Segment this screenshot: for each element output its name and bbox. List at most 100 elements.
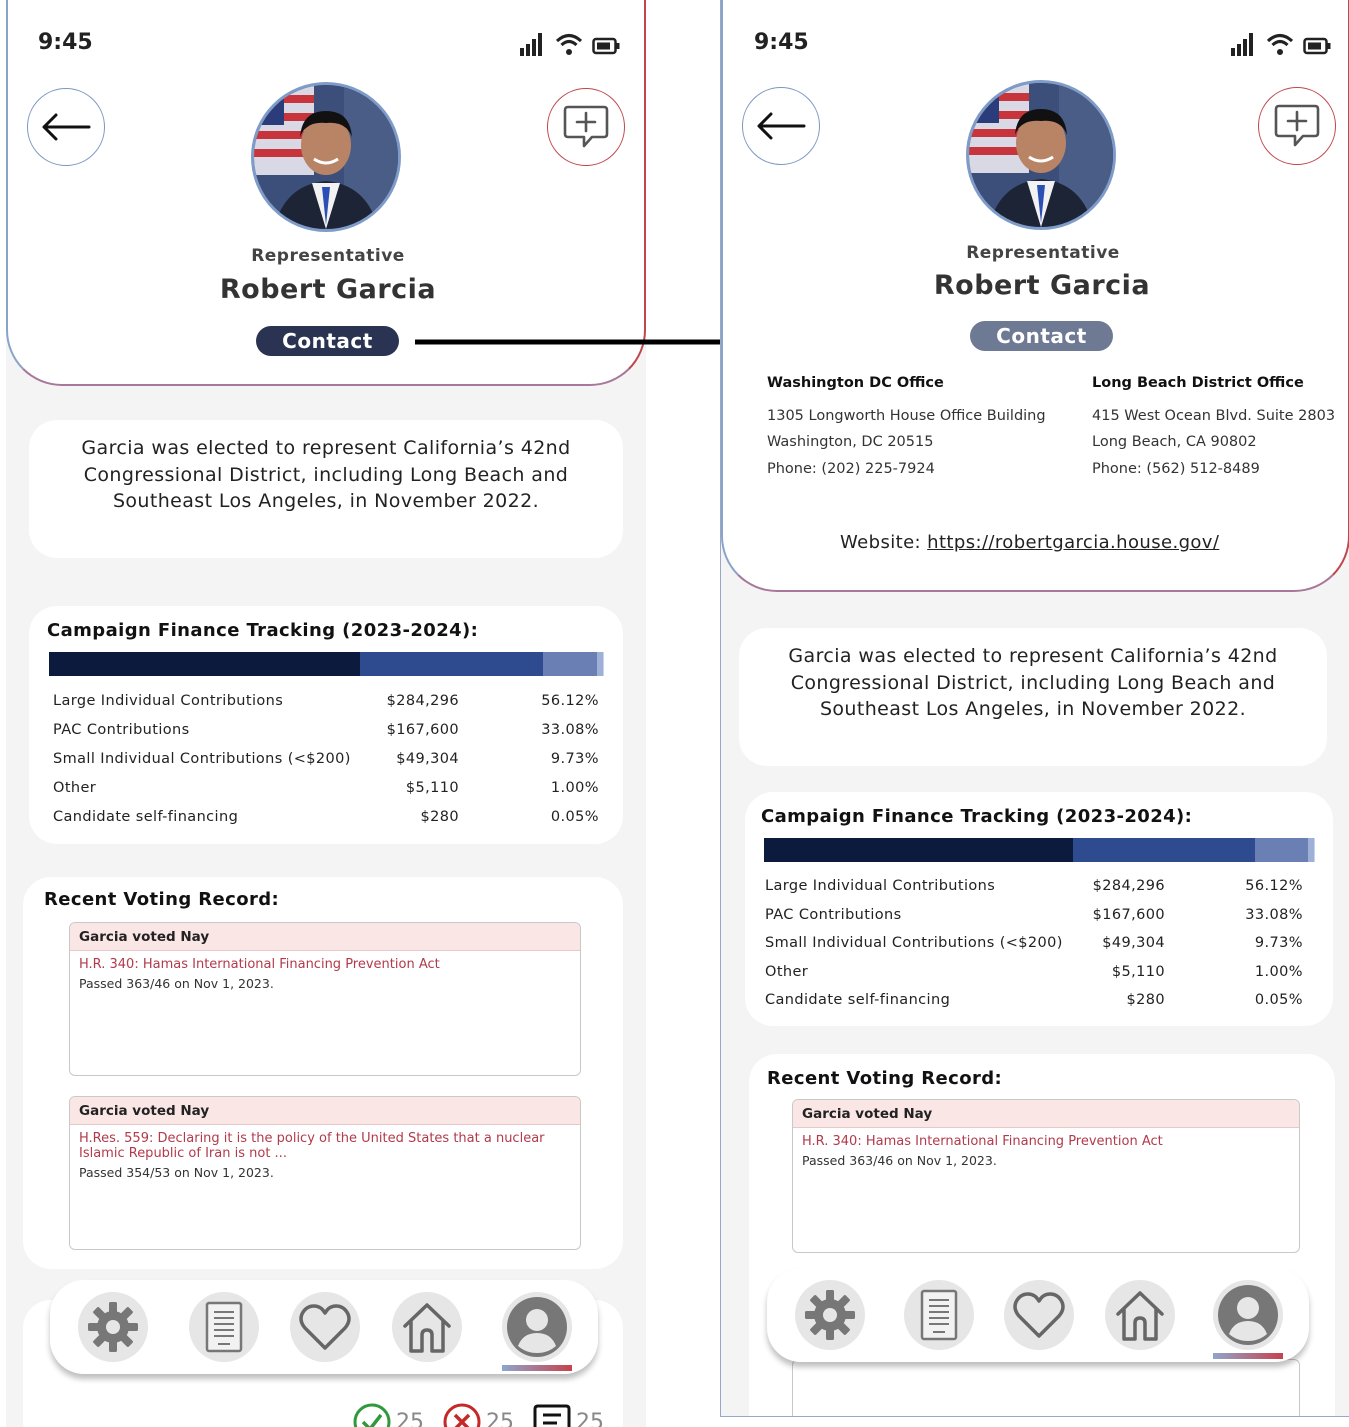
avatar	[251, 82, 401, 232]
finance-card: Campaign Finance Tracking (2023-2024): L…	[745, 792, 1333, 1026]
dc-office-phone[interactable]: Phone: (202) 225-7924	[767, 456, 1046, 483]
yes-count: 25	[396, 1409, 424, 1427]
district-office-title: Long Beach District Office	[1092, 375, 1304, 391]
vote-header: Garcia voted Nay	[70, 923, 580, 951]
vote-result: Passed 363/46 on Nov 1, 2023.	[79, 976, 274, 991]
nav-bills[interactable]	[904, 1280, 974, 1350]
vote-bill-link[interactable]: H.Res. 559: Declaring it is the policy o…	[70, 1125, 580, 1161]
dc-office: Washington DC Office 1305 Longworth Hous…	[767, 370, 1046, 482]
add-comment-button[interactable]	[1258, 87, 1336, 165]
bio-text: Garcia was elected to represent Californ…	[81, 437, 571, 512]
vote-item[interactable]: Garcia voted Nay H.R. 340: Hamas Interna…	[69, 922, 581, 1076]
representative-title: Representative	[966, 243, 1120, 263]
representative-title: Representative	[251, 246, 405, 266]
arrow-left-icon	[757, 112, 806, 140]
finance-stacked-bar	[49, 652, 603, 676]
bio-card: Garcia was elected to represent Californ…	[739, 628, 1327, 766]
finance-row-label: Other	[53, 780, 97, 796]
battery-icon	[1303, 37, 1331, 55]
district-office-address-line2: Long Beach, CA 90802	[1092, 434, 1257, 450]
status-icons	[1231, 32, 1331, 56]
finance-stacked-bar	[764, 838, 1314, 862]
contact-button[interactable]: Contact	[256, 326, 399, 356]
nav-home[interactable]	[1105, 1280, 1175, 1350]
phone-screen-profile: 9:45 Representative Robert Garcia Contac…	[6, 0, 646, 1427]
finance-row-label: PAC Contributions	[765, 906, 902, 923]
website-row: Website: https://robertgarcia.house.gov/	[840, 532, 1219, 553]
add-comment-button[interactable]	[547, 88, 625, 166]
settings-icon	[88, 1302, 138, 1352]
vote-header: Garcia voted Nay	[70, 1097, 580, 1125]
vote-item[interactable]: Garcia voted Nay H.Res. 559: Declaring i…	[69, 1096, 581, 1250]
profile-icon	[507, 1297, 567, 1357]
document-icon	[920, 1289, 958, 1341]
finance-row-label: Small Individual Contributions (<$200)	[53, 751, 351, 767]
dc-office-address-line2: Washington, DC 20515	[767, 434, 934, 450]
nav-profile[interactable]	[502, 1292, 572, 1362]
nav-favorites[interactable]	[290, 1292, 360, 1362]
voting-title: Recent Voting Record:	[44, 889, 280, 910]
nav-favorites[interactable]	[1004, 1280, 1074, 1350]
vote-result: Passed 354/53 on Nov 1, 2023.	[79, 1165, 274, 1180]
finance-row-amount: $280	[1126, 992, 1165, 1008]
district-office-phone[interactable]: Phone: (562) 512-8489	[1092, 456, 1335, 483]
no-count: 25	[486, 1409, 514, 1427]
nav-home[interactable]	[392, 1292, 462, 1362]
settings-icon	[805, 1290, 855, 1340]
finance-row-percent: 1.00%	[550, 780, 599, 796]
phone-screen-profile-contact-expanded: 9:45 Representative Robert Garcia Contac…	[720, 0, 1349, 1417]
dc-office-title: Washington DC Office	[767, 375, 944, 391]
vote-bill-link[interactable]: H.R. 340: Hamas International Financing …	[793, 1128, 1299, 1149]
finance-row-label: Small Individual Contributions (<$200)	[765, 935, 1063, 951]
bio-card: Garcia was elected to represent Californ…	[29, 420, 623, 558]
battery-icon	[592, 37, 620, 55]
representative-name: Robert Garcia	[933, 270, 1151, 301]
website-link[interactable]: https://robertgarcia.house.gov/	[927, 532, 1219, 553]
vote-bill-link[interactable]: H.R. 340: Hamas International Financing …	[70, 951, 580, 972]
profile-icon	[1218, 1285, 1278, 1345]
nav-profile[interactable]	[1213, 1280, 1283, 1350]
back-button[interactable]	[742, 87, 820, 165]
vote-item-peek[interactable]	[792, 1359, 1300, 1416]
finance-title: Campaign Finance Tracking (2023-2024):	[761, 806, 1193, 827]
home-icon	[403, 1303, 451, 1353]
finance-title: Campaign Finance Tracking (2023-2024):	[47, 620, 479, 641]
nav-bills[interactable]	[189, 1292, 259, 1362]
nav-settings[interactable]	[78, 1292, 148, 1362]
comment-icon[interactable]	[532, 1402, 572, 1427]
finance-row-amount: $284,296	[386, 693, 459, 709]
contact-button[interactable]: Contact	[970, 321, 1113, 351]
portrait-image	[969, 83, 1113, 227]
finance-row-percent: 0.05%	[550, 809, 599, 825]
district-office: Long Beach District Office 415 West Ocea…	[1092, 370, 1335, 482]
arrow-left-icon	[42, 113, 91, 141]
back-button[interactable]	[27, 88, 105, 166]
vote-item[interactable]: Garcia voted Nay H.R. 340: Hamas Interna…	[792, 1099, 1300, 1253]
voting-card: Recent Voting Record: Garcia voted Nay H…	[749, 1054, 1335, 1416]
finance-row-percent: 9.73%	[550, 751, 599, 767]
comment-plus-icon	[1274, 104, 1320, 147]
bottom-nav	[50, 1280, 598, 1374]
signal-icon	[520, 33, 542, 56]
finance-row-percent: 9.73%	[1254, 935, 1303, 951]
district-office-address-line1: 415 West Ocean Blvd. Suite 2803	[1092, 407, 1336, 424]
check-circle-icon[interactable]	[352, 1402, 392, 1427]
nav-active-indicator	[1213, 1353, 1283, 1359]
avatar	[966, 80, 1116, 230]
bio-text: Garcia was elected to represent Californ…	[788, 645, 1278, 720]
finance-row-percent: 56.12%	[1245, 878, 1303, 894]
x-circle-icon[interactable]	[442, 1402, 482, 1427]
status-time: 9:45	[38, 30, 93, 55]
finance-row-amount: $167,600	[386, 722, 459, 738]
finance-row-percent: 1.00%	[1254, 963, 1303, 980]
finance-bar-segment	[359, 652, 544, 676]
dc-office-address-line1: 1305 Longworth House Office Building	[767, 407, 1046, 424]
finance-row-label: Other	[765, 963, 809, 980]
home-icon	[1116, 1291, 1164, 1341]
vote-result: Passed 363/46 on Nov 1, 2023.	[802, 1153, 997, 1168]
finance-row-amount: $5,110	[405, 780, 459, 796]
status-time: 9:45	[754, 30, 809, 55]
finance-row-percent: 56.12%	[541, 693, 599, 709]
nav-settings[interactable]	[795, 1280, 865, 1350]
representative-name: Robert Garcia	[219, 274, 437, 305]
